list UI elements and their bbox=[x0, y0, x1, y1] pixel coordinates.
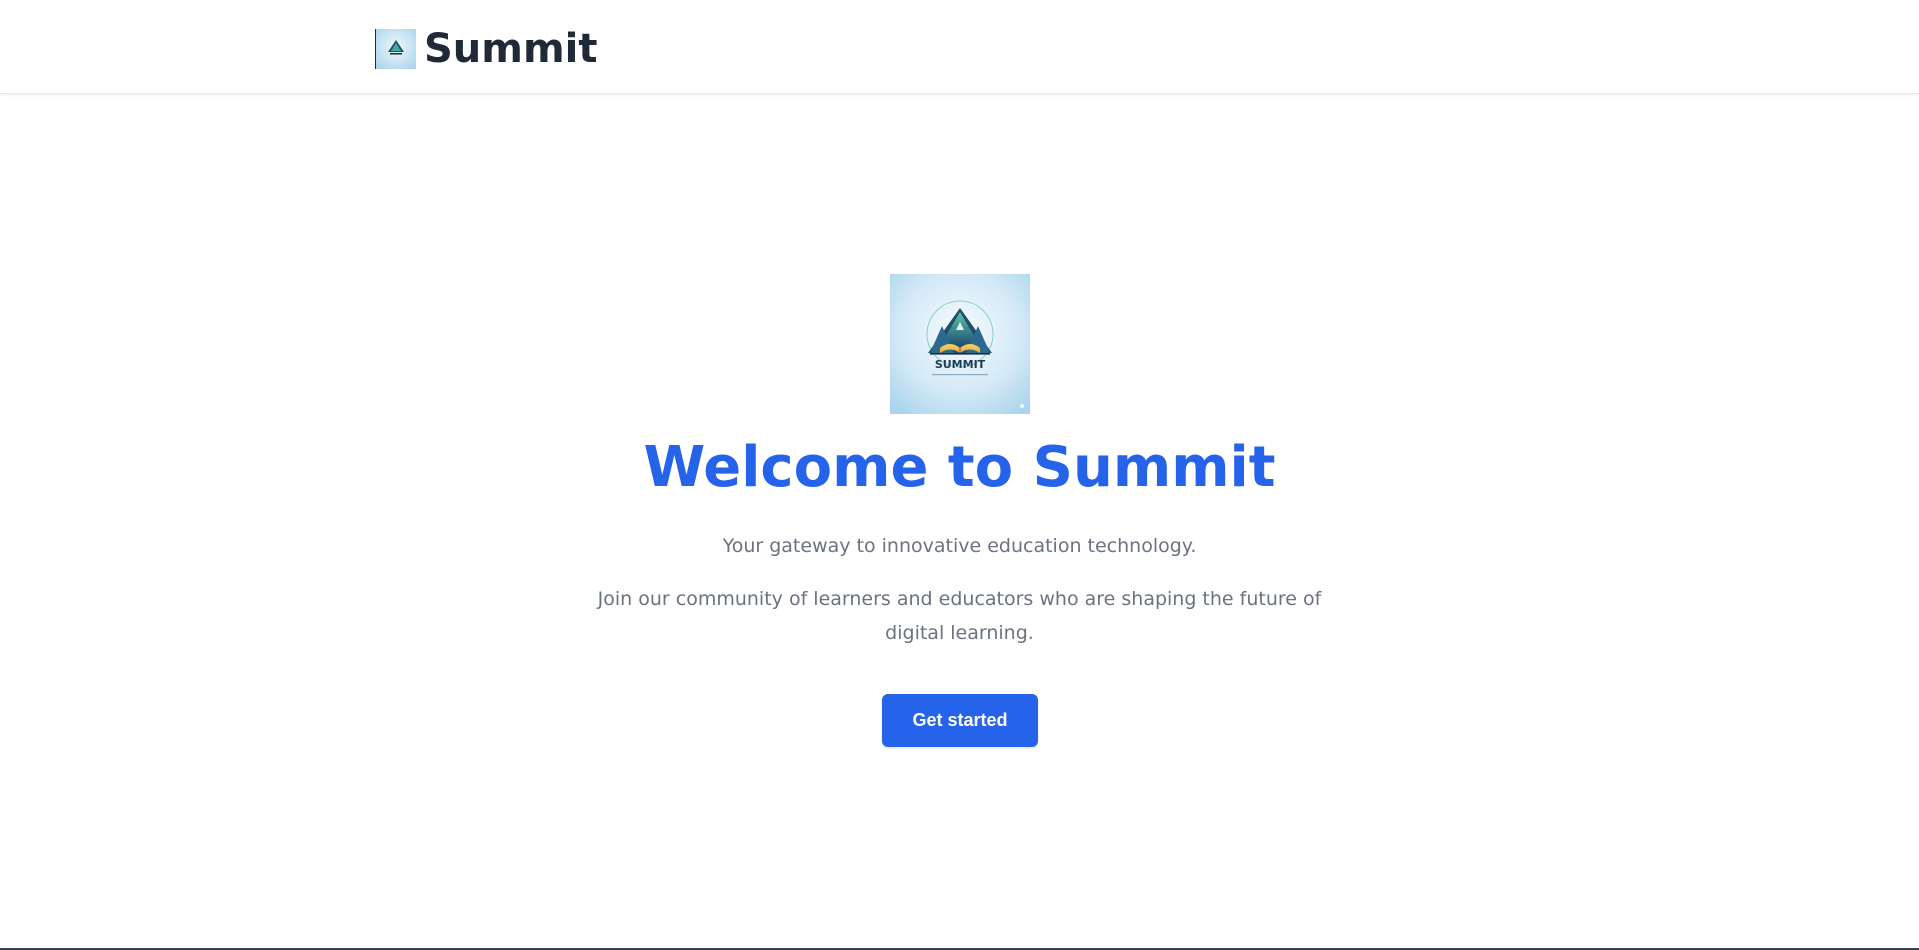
brand-name: Summit bbox=[424, 26, 598, 72]
tagline: Your gateway to innovative education tec… bbox=[722, 535, 1197, 557]
site-header: Summit bbox=[0, 0, 1919, 94]
brand[interactable]: Summit bbox=[375, 25, 597, 73]
page-title: Welcome to Summit bbox=[643, 435, 1276, 500]
summit-mountain-logo-icon: SUMMIT bbox=[890, 274, 1030, 414]
summit-mountain-logo-icon bbox=[375, 29, 416, 69]
hero-logo-text: SUMMIT bbox=[935, 358, 986, 371]
get-started-button[interactable]: Get started bbox=[882, 694, 1038, 747]
description: Join our community of learners and educa… bbox=[597, 588, 1322, 644]
